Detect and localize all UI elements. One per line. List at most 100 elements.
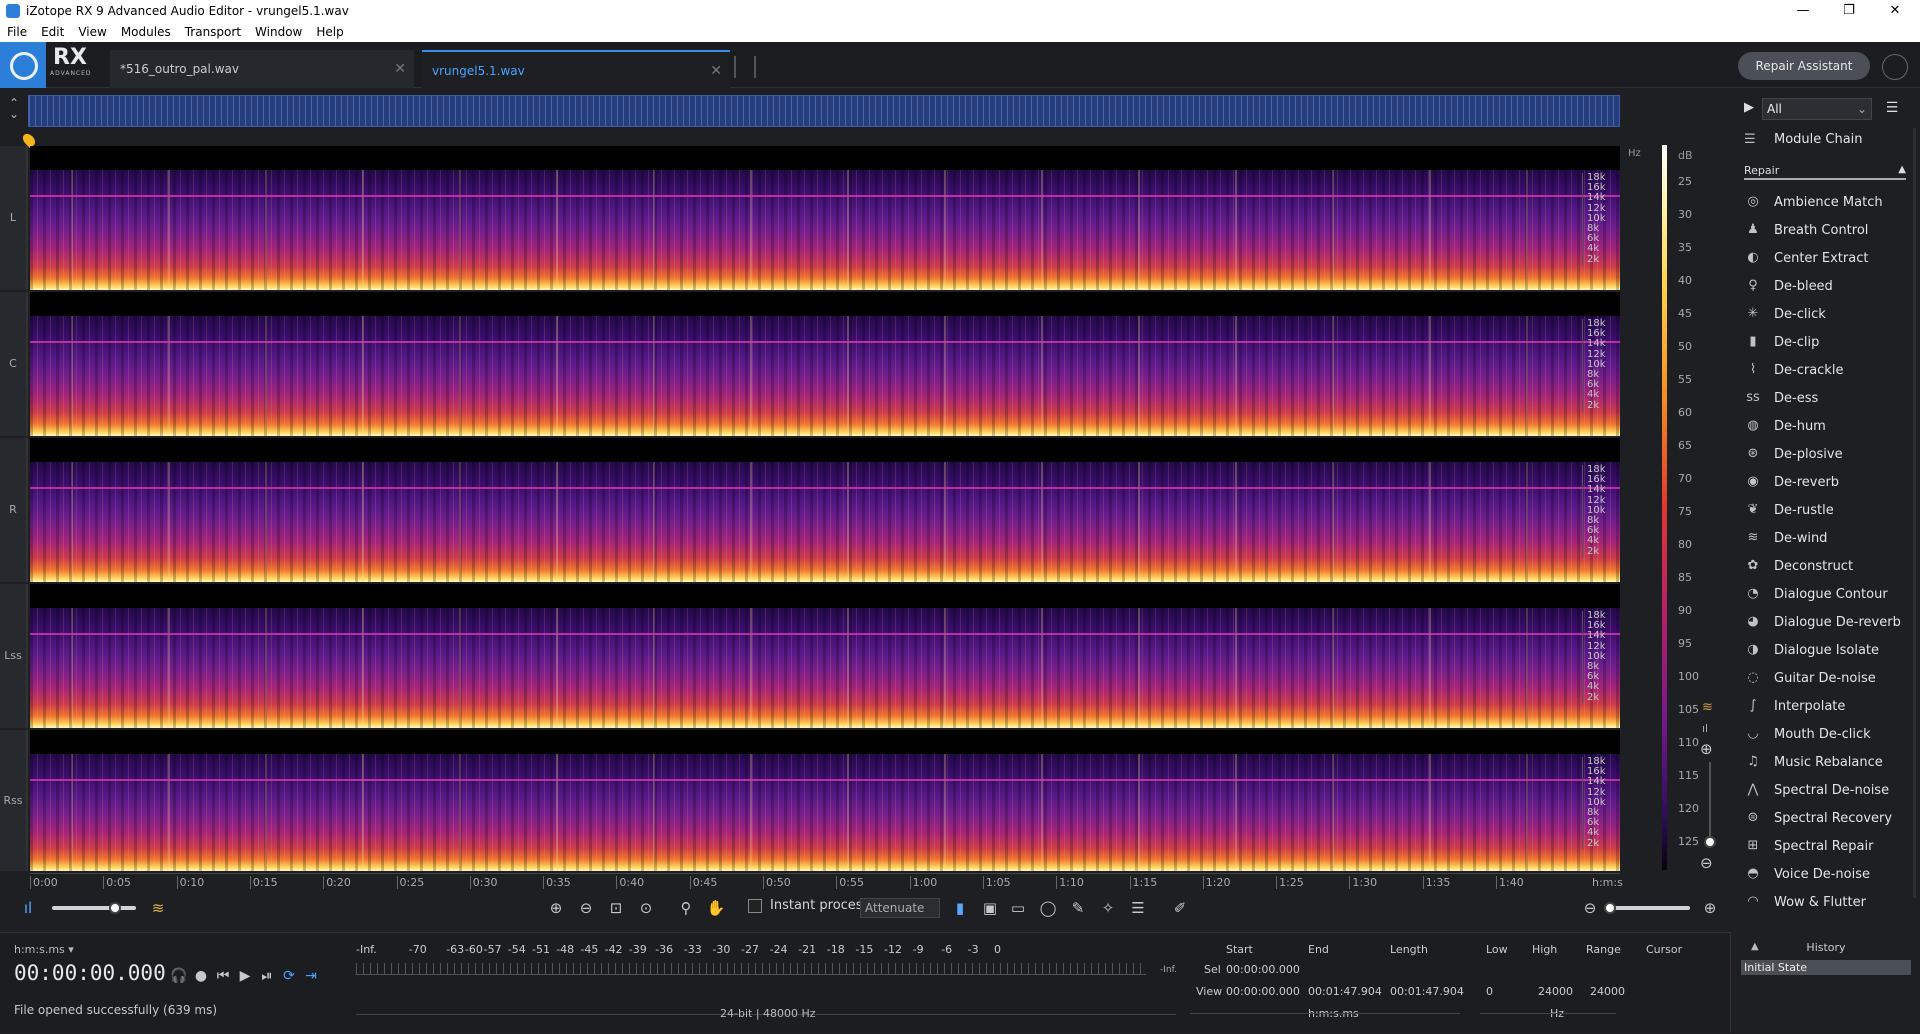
range-field[interactable]: 24000: [1590, 985, 1625, 998]
instant-process-toggle[interactable]: Instant process: [748, 898, 869, 913]
high-freq-field[interactable]: 24000: [1538, 985, 1573, 998]
horizontal-zoom-track[interactable]: [1606, 906, 1690, 910]
collapse-group-icon[interactable]: ▲: [1898, 164, 1906, 175]
zoom-fit-icon[interactable]: ⊙: [636, 898, 656, 918]
record-button[interactable]: ●: [192, 967, 210, 985]
spectrogram-channel[interactable]: 18k 16k 14k 12k 10k 8k 6k 4k 2k: [30, 292, 1620, 436]
skip-to-start-button[interactable]: ⏮: [214, 967, 232, 985]
module-de-click[interactable]: ✳ De-click: [1744, 304, 1826, 324]
module-spectral-recovery[interactable]: ⊜ Spectral Recovery: [1744, 808, 1893, 828]
instant-process-checkbox[interactable]: [748, 898, 762, 913]
module-de-wind[interactable]: ≋ De-wind: [1744, 528, 1828, 548]
module-de-reverb[interactable]: ◉ De-reverb: [1744, 472, 1839, 492]
menu-window[interactable]: Window: [248, 25, 309, 39]
module-center-extract[interactable]: ◐ Center Extract: [1744, 248, 1868, 268]
channel-rss[interactable]: Rss 18k 16k 14k 12k 10k 8k 6k 4k 2k: [0, 730, 1620, 871]
view-length-field[interactable]: 00:01:47.904: [1390, 985, 1464, 998]
close-window-button[interactable]: ✕: [1872, 0, 1918, 21]
channel-l[interactable]: L 18k 16k 14k 12k 10k 8k 6k 4k 2k: [0, 146, 1620, 290]
module-interpolate[interactable]: ∫ Interpolate: [1744, 696, 1846, 716]
channel-label[interactable]: R: [0, 438, 28, 582]
channel-lss[interactable]: Lss 18k 16k 14k 12k 10k 8k 6k 4k 2k: [0, 584, 1620, 728]
time-format-select[interactable]: h:m:s.ms ▾: [14, 943, 74, 956]
brush-tool-icon[interactable]: ✎: [1068, 898, 1088, 918]
spectrogram-channel[interactable]: 18k 16k 14k 12k 10k 8k 6k 4k 2k: [30, 146, 1620, 290]
spectrogram-display[interactable]: L 18k 16k 14k 12k 10k 8k 6k 4k 2k C 18k 16k 14k 12k…: [0, 146, 1620, 871]
module-music-rebalance[interactable]: ♫ Music Rebalance: [1744, 752, 1883, 772]
module-dialogue-de-reverb[interactable]: ◕ Dialogue De-reverb: [1744, 612, 1901, 632]
meter-bridge-icon[interactable]: [1878, 50, 1912, 84]
waveform-spectrogram-icon[interactable]: ıl: [18, 898, 38, 918]
magnify-icon[interactable]: ⚲: [676, 898, 696, 918]
repair-group-header[interactable]: Repair ▲: [1744, 164, 1906, 180]
vertical-zoom-track[interactable]: [1709, 762, 1711, 842]
lasso-tool-icon[interactable]: ◯: [1038, 898, 1058, 918]
zoom-in-horizontal-icon[interactable]: ⊕: [1700, 898, 1720, 918]
channel-label[interactable]: L: [0, 146, 28, 290]
module-wow-flutter[interactable]: ◠ Wow & Flutter: [1744, 892, 1866, 912]
volume-slider-knob[interactable]: [109, 902, 121, 914]
channel-r[interactable]: R 18k 16k 14k 12k 10k 8k 6k 4k 2k: [0, 438, 1620, 582]
spectral-view-icon[interactable]: ≋: [148, 898, 168, 918]
zoom-out-horizontal-icon[interactable]: ⊖: [1580, 898, 1600, 918]
minimize-button[interactable]: —: [1780, 0, 1826, 21]
module-de-rustle[interactable]: ❦ De-rustle: [1744, 500, 1834, 520]
hand-tool-icon[interactable]: ✋: [706, 898, 726, 918]
waveform-overview[interactable]: [28, 95, 1620, 127]
spectrogram-channel[interactable]: 18k 16k 14k 12k 10k 8k 6k 4k 2k: [30, 438, 1620, 582]
channel-label[interactable]: Lss: [0, 584, 28, 728]
module-dialogue-contour[interactable]: ◔ Dialogue Contour: [1744, 584, 1887, 604]
module-de-ess[interactable]: ss De-ess: [1744, 388, 1818, 408]
history-item-initial-state[interactable]: Initial State: [1741, 960, 1911, 975]
freq-selection-tool-icon[interactable]: ▣: [980, 898, 1000, 918]
module-de-crackle[interactable]: ⌇ De-crackle: [1744, 360, 1844, 380]
play-button[interactable]: ▶: [236, 967, 254, 985]
waveform-toggle-icon[interactable]: ıl: [1702, 722, 1708, 735]
module-ambience-match[interactable]: ◎ Ambience Match: [1744, 192, 1882, 212]
volume-slider-track[interactable]: [52, 906, 136, 910]
menu-transport[interactable]: Transport: [178, 25, 248, 39]
vertical-zoom-knob[interactable]: [1704, 836, 1716, 848]
zoom-selection-icon[interactable]: ⊡: [606, 898, 626, 918]
follow-playhead-button[interactable]: ⇥: [302, 967, 320, 985]
zoom-in-vertical-icon[interactable]: ⊕: [1700, 740, 1713, 758]
channel-label[interactable]: C: [0, 292, 28, 436]
time-freq-selection-tool-icon[interactable]: ▭: [1008, 898, 1028, 918]
play-selection-button[interactable]: ⏯: [258, 967, 276, 985]
module-de-clip[interactable]: ▮ De-clip: [1744, 332, 1819, 352]
module-spectral-repair[interactable]: ⊞ Spectral Repair: [1744, 836, 1874, 856]
zoom-in-icon[interactable]: ⊕: [546, 898, 566, 918]
collapse-overview-icon[interactable]: ⌃ ⌄: [6, 97, 22, 120]
close-tab-icon[interactable]: ✕: [394, 50, 406, 88]
repair-assistant-button[interactable]: Repair Assistant: [1738, 52, 1870, 80]
spectrogram-channel[interactable]: 18k 16k 14k 12k 10k 8k 6k 4k 2k: [30, 584, 1620, 728]
headphones-icon[interactable]: 🎧: [170, 967, 188, 985]
module-mouth-de-click[interactable]: ◡ Mouth De-click: [1744, 724, 1870, 744]
module-deconstruct[interactable]: ✿ Deconstruct: [1744, 556, 1854, 576]
module-filter-select[interactable]: All ⌄: [1762, 98, 1872, 120]
module-de-hum[interactable]: ◍ De-hum: [1744, 416, 1826, 436]
pencil-tool-icon[interactable]: ✐: [1170, 898, 1190, 918]
loop-button[interactable]: ⟳: [280, 967, 298, 985]
menu-view[interactable]: View: [71, 25, 113, 39]
channel-label[interactable]: Rss: [0, 730, 28, 871]
menu-edit[interactable]: Edit: [34, 25, 71, 39]
module-chain-button[interactable]: ☰ Module Chain: [1744, 132, 1863, 147]
zoom-out-vertical-icon[interactable]: ⊖: [1700, 854, 1713, 872]
sidebar-scrollbar[interactable]: [1913, 128, 1916, 898]
sel-start-field[interactable]: 00:00:00.000: [1226, 963, 1300, 976]
menu-help[interactable]: Help: [309, 25, 350, 39]
low-freq-field[interactable]: 0: [1486, 985, 1493, 998]
close-tab-icon[interactable]: ✕: [710, 52, 722, 90]
module-voice-de-noise[interactable]: ◓ Voice De-noise: [1744, 864, 1870, 884]
menu-modules[interactable]: Modules: [114, 25, 178, 39]
instant-process-mode-select[interactable]: Attenuate: [860, 898, 940, 918]
channel-c[interactable]: C 18k 16k 14k 12k 10k 8k 6k 4k 2k: [0, 292, 1620, 436]
tab-vrungel5[interactable]: vrungel5.1.wav ✕: [422, 50, 730, 88]
play-module-icon[interactable]: ▶: [1744, 100, 1754, 115]
time-selection-tool-icon[interactable]: ▮: [950, 898, 970, 918]
harmonic-selection-icon[interactable]: ☰: [1128, 898, 1148, 918]
spectrogram-channel[interactable]: 18k 16k 14k 12k 10k 8k 6k 4k 2k: [30, 730, 1620, 871]
module-dialogue-isolate[interactable]: ◑ Dialogue Isolate: [1744, 640, 1879, 660]
sidebar-menu-icon[interactable]: ☰: [1878, 98, 1906, 120]
